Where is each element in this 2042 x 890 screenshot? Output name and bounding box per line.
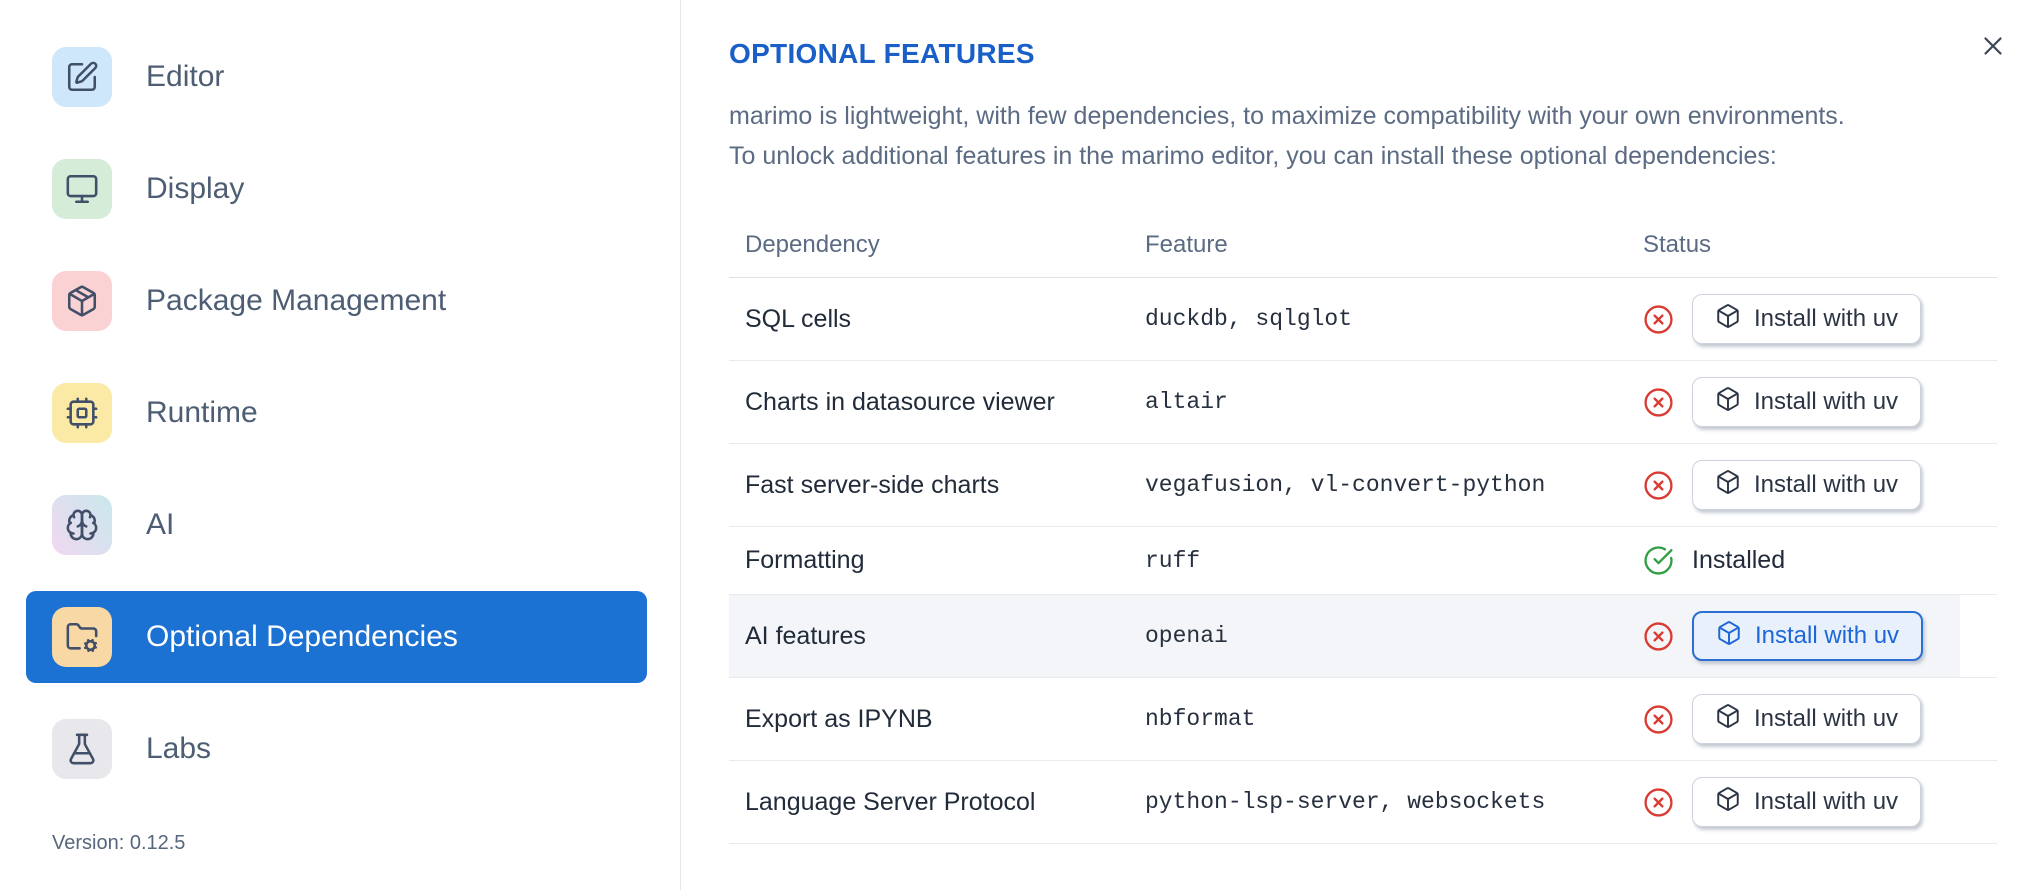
version-label: Version: 0.12.5 <box>52 832 186 854</box>
folder-cog-icon <box>52 607 112 667</box>
install-button-label: Install with uv <box>1755 622 1900 649</box>
feature-cell: ruff <box>1145 547 1201 574</box>
box-icon <box>1715 786 1741 819</box>
install-button-label: Install with uv <box>1754 788 1899 815</box>
cpu-icon <box>52 383 112 443</box>
sidebar-item-label: Display <box>146 172 245 205</box>
install-button-label: Install with uv <box>1754 305 1899 332</box>
package-icon <box>52 271 112 331</box>
dependency-cell: Fast server-side charts <box>745 470 1000 499</box>
feature-cell: duckdb, sqlglot <box>1145 306 1353 332</box>
install-with-uv-button[interactable]: Install with uv <box>1692 377 1922 427</box>
install-with-uv-button[interactable]: Install with uv <box>1692 294 1922 344</box>
status-cell: Install with uv <box>1643 694 1997 744</box>
sidebar-item-label: Optional Dependencies <box>146 620 458 653</box>
dependency-cell: Charts in datasource viewer <box>745 387 1055 416</box>
install-button-label: Install with uv <box>1754 705 1899 732</box>
dependency-cell: SQL cells <box>745 304 852 333</box>
table-row: SQL cells duckdb, sqlglot Install with u… <box>729 278 1997 361</box>
install-with-uv-button[interactable]: Install with uv <box>1692 611 1924 661</box>
install-with-uv-button[interactable]: Install with uv <box>1692 694 1922 744</box>
not-installed-icon <box>1643 787 1674 818</box>
status-cell: Install with uv <box>1643 611 1997 661</box>
status-cell: Installed <box>1643 545 1997 576</box>
sidebar-item-display[interactable]: Display <box>26 143 647 235</box>
box-icon <box>1715 386 1741 419</box>
dependency-cell: Formatting <box>745 546 865 574</box>
feature-cell: python-lsp-server, websockets <box>1145 789 1546 815</box>
installed-label: Installed <box>1692 546 1786 574</box>
box-icon <box>1715 469 1741 502</box>
optional-features-panel: OPTIONAL FEATURES marimo is lightweight,… <box>681 0 2042 890</box>
box-icon <box>1715 303 1741 336</box>
sidebar-item-package-management[interactable]: Package Management <box>26 255 647 347</box>
description-line-1: marimo is lightweight, with few dependen… <box>729 102 1845 130</box>
sidebar-item-labs[interactable]: Labs <box>26 703 647 795</box>
dependency-cell: Export as IPYNB <box>745 704 933 733</box>
sidebar-item-label: Runtime <box>146 396 258 429</box>
dependency-cell: Language Server Protocol <box>745 787 1036 816</box>
install-button-label: Install with uv <box>1754 388 1899 415</box>
feature-cell: vegafusion, vl-convert-python <box>1145 472 1546 498</box>
not-installed-icon <box>1643 470 1674 501</box>
sidebar-item-optional-dependencies[interactable]: Optional Dependencies <box>26 591 647 683</box>
status-cell: Install with uv <box>1643 460 1997 510</box>
description: marimo is lightweight, with few dependen… <box>729 96 2042 176</box>
not-installed-icon <box>1643 621 1674 652</box>
not-installed-icon <box>1643 304 1674 335</box>
install-with-uv-button[interactable]: Install with uv <box>1692 777 1922 827</box>
sidebar-item-label: Package Management <box>146 284 447 317</box>
flask-icon <box>52 719 112 779</box>
sidebar-item-editor[interactable]: Editor <box>26 31 647 123</box>
status-cell: Install with uv <box>1643 294 1997 344</box>
feature-cell: altair <box>1145 389 1228 415</box>
table-row: AI features openai Install with uv <box>729 595 1997 678</box>
settings-sidebar: Editor Display Package Management Runtim… <box>0 0 681 890</box>
sidebar-item-label: Labs <box>146 732 212 765</box>
column-header-feature: Feature <box>1145 230 1228 258</box>
table-row: Language Server Protocol python-lsp-serv… <box>729 761 1997 844</box>
column-header-status: Status <box>1643 230 1712 258</box>
status-cell: Install with uv <box>1643 377 1997 427</box>
column-header-dependency: Dependency <box>745 230 880 258</box>
feature-cell: openai <box>1145 623 1228 649</box>
box-icon <box>1715 703 1741 736</box>
table-row: Charts in datasource viewer altair Insta… <box>729 361 1997 444</box>
brain-icon <box>52 495 112 555</box>
monitor-icon <box>52 159 112 219</box>
sidebar-item-ai[interactable]: AI <box>26 479 647 571</box>
close-icon <box>1978 31 2008 64</box>
install-button-label: Install with uv <box>1754 471 1899 498</box>
close-button[interactable] <box>1974 28 2012 66</box>
table-row: Formatting ruff Installed <box>729 527 1997 595</box>
installed-icon <box>1643 545 1674 576</box>
dependency-cell: AI features <box>745 621 866 650</box>
install-with-uv-button[interactable]: Install with uv <box>1692 460 1922 510</box>
table-row: Export as IPYNB nbformat Install with uv <box>729 678 1997 761</box>
feature-cell: nbformat <box>1145 706 1256 732</box>
sidebar-item-label: AI <box>146 508 175 541</box>
page-title: OPTIONAL FEATURES <box>729 38 1035 69</box>
not-installed-icon <box>1643 704 1674 735</box>
status-cell: Install with uv <box>1643 777 1997 827</box>
box-icon <box>1716 620 1742 653</box>
description-line-2: To unlock additional features in the mar… <box>729 142 1777 170</box>
not-installed-icon <box>1643 387 1674 418</box>
dependencies-table: Dependency Feature Status SQL cells duck… <box>729 212 1997 844</box>
sidebar-item-label: Editor <box>146 60 225 93</box>
table-row: Fast server-side charts vegafusion, vl-c… <box>729 444 1997 527</box>
edit-icon <box>52 47 112 107</box>
sidebar-item-runtime[interactable]: Runtime <box>26 367 647 459</box>
table-header-row: Dependency Feature Status <box>729 212 1997 278</box>
